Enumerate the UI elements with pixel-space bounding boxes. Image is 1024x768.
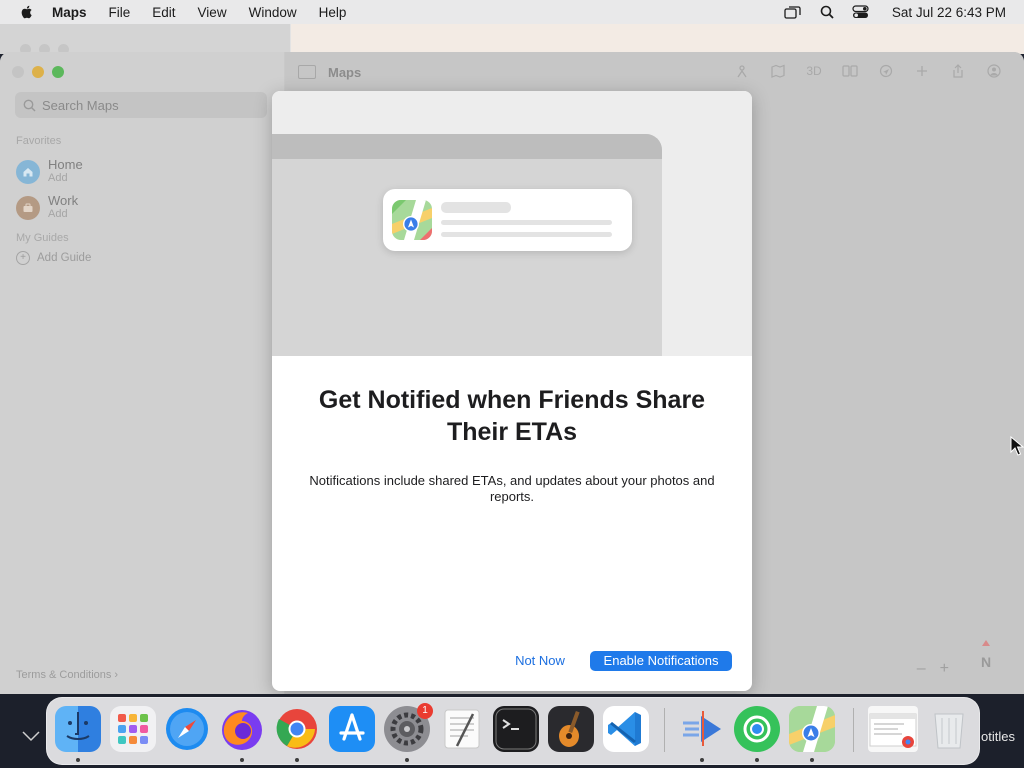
- trash-icon[interactable]: [926, 706, 972, 752]
- app-store-icon[interactable]: [329, 706, 375, 752]
- maps-dock-icon[interactable]: [789, 706, 835, 752]
- firefox-icon[interactable]: [219, 706, 265, 752]
- map-toolbar: 3D: [724, 63, 1012, 79]
- maps-sidebar: Search Maps Favorites Home Add Work Add …: [0, 52, 284, 694]
- favorites-label: Favorites: [16, 135, 62, 147]
- favorite-work-sub: Add: [48, 208, 68, 220]
- menu-app-name[interactable]: Maps: [52, 5, 87, 20]
- dialog-illustration: [272, 91, 752, 356]
- terms-link[interactable]: Terms & Conditions ›: [16, 669, 118, 681]
- menu-clock[interactable]: Sat Jul 22 6:43 PM: [892, 5, 1006, 20]
- sidebar-toggle-icon[interactable]: [298, 65, 316, 79]
- notification-dialog: Get Notified when Friends Share Their ET…: [272, 91, 752, 691]
- tracking-icon[interactable]: [832, 63, 868, 79]
- look-around-icon[interactable]: [724, 63, 760, 79]
- menu-help[interactable]: Help: [319, 5, 347, 20]
- menu-bar: Maps File Edit View Window Help Sat Jul …: [0, 0, 1024, 24]
- not-now-button[interactable]: Not Now: [507, 651, 573, 671]
- favorite-work[interactable]: Work Add: [16, 194, 78, 221]
- background-window-content: [291, 24, 1024, 54]
- map-mode-icon[interactable]: [760, 63, 796, 79]
- menu-file[interactable]: File: [109, 5, 131, 20]
- zoom-button[interactable]: [52, 66, 64, 78]
- 3d-icon[interactable]: 3D: [796, 63, 832, 79]
- window-controls: [12, 66, 64, 78]
- screen-mirroring-icon[interactable]: [784, 5, 802, 19]
- compass[interactable]: N: [964, 640, 1008, 684]
- search-field[interactable]: Search Maps: [15, 92, 267, 118]
- menu-window[interactable]: Window: [249, 5, 297, 20]
- favorite-work-name: Work: [48, 193, 79, 208]
- location-icon[interactable]: [868, 63, 904, 79]
- dock: 1: [46, 697, 980, 765]
- favorite-home-sub: Add: [48, 172, 68, 184]
- dialog-body: Notifications include shared ETAs, and u…: [309, 473, 715, 504]
- safari-icon[interactable]: [164, 706, 210, 752]
- favorite-home-name: Home: [48, 157, 83, 172]
- add-circle-icon: +: [16, 251, 30, 265]
- background-subtitles-text: otitles: [981, 729, 1015, 744]
- compass-north-arrow-icon: [982, 640, 990, 646]
- textedit-icon[interactable]: [439, 706, 485, 752]
- menu-view[interactable]: View: [198, 5, 227, 20]
- terminal-icon[interactable]: [493, 706, 539, 752]
- my-guides-label: My Guides: [16, 232, 69, 244]
- minimize-button[interactable]: [32, 66, 44, 78]
- maps-app-icon: [392, 200, 432, 240]
- account-icon[interactable]: [976, 63, 1012, 79]
- instruments-icon[interactable]: [679, 706, 725, 752]
- home-icon: [16, 160, 40, 184]
- search-icon: [23, 99, 36, 112]
- find-my-icon[interactable]: [734, 706, 780, 752]
- close-button[interactable]: [12, 66, 24, 78]
- share-icon[interactable]: [940, 63, 976, 79]
- spotlight-search-icon[interactable]: [818, 5, 836, 19]
- control-center-icon[interactable]: [852, 5, 870, 19]
- apple-icon[interactable]: [19, 4, 35, 20]
- zoom-in-button[interactable]: +: [940, 660, 949, 678]
- background-window: [0, 24, 1024, 55]
- add-guide-label: Add Guide: [37, 252, 92, 264]
- briefcase-icon: [16, 196, 40, 220]
- compass-label: N: [980, 654, 992, 670]
- vscode-icon[interactable]: [603, 706, 649, 752]
- add-guide-button[interactable]: + Add Guide: [16, 251, 91, 265]
- chevron-down-icon[interactable]: [22, 730, 40, 742]
- chrome-icon[interactable]: [274, 706, 320, 752]
- garageband-icon[interactable]: [548, 706, 594, 752]
- settings-badge: 1: [417, 703, 433, 719]
- add-icon[interactable]: [904, 63, 940, 79]
- zoom-controls: – +: [917, 660, 949, 678]
- dialog-title: Get Notified when Friends Share Their ET…: [318, 386, 706, 446]
- chrome-window-thumbnail[interactable]: [868, 706, 918, 752]
- finder-icon[interactable]: [55, 706, 101, 752]
- enable-notifications-button[interactable]: Enable Notifications: [590, 651, 732, 671]
- illustration-notification-card: [383, 189, 632, 251]
- search-placeholder: Search Maps: [42, 97, 119, 113]
- mouse-cursor-icon: [1010, 436, 1024, 456]
- launchpad-icon[interactable]: [110, 706, 156, 752]
- menu-edit[interactable]: Edit: [152, 5, 175, 20]
- zoom-out-button[interactable]: –: [917, 660, 926, 678]
- favorite-home[interactable]: Home Add: [16, 158, 83, 185]
- window-title: Maps: [328, 65, 362, 80]
